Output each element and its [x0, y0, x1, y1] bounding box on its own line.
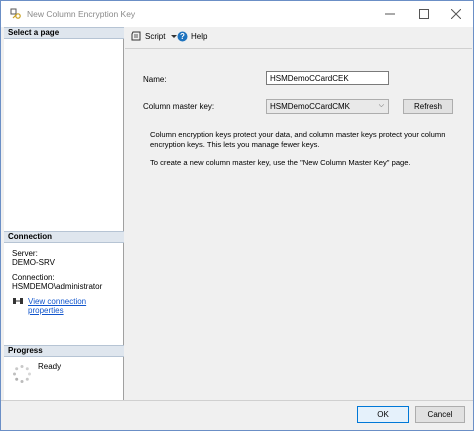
help-label: Help [191, 32, 208, 41]
ok-button[interactable]: OK [357, 406, 409, 423]
script-icon [131, 31, 141, 41]
progress-spinner-icon [13, 365, 31, 383]
column-master-key-value: HSMDemoCCardCMK [270, 102, 351, 111]
view-connection-properties-link[interactable]: View connection properties [28, 297, 123, 315]
connection-header: Connection [4, 231, 124, 243]
left-pane: Select a page Connection Server: DEMO-SR… [4, 27, 124, 400]
help-button[interactable]: ? Help [177, 31, 207, 42]
server-value: DEMO-SRV [12, 258, 55, 267]
title-bar[interactable]: New Column Encryption Key [1, 1, 473, 27]
chevron-down-icon: ⌵ [378, 102, 384, 109]
toolbar-divider [125, 48, 472, 49]
script-label: Script [145, 32, 166, 41]
script-button[interactable]: Script [130, 31, 178, 42]
info-text-keys: Column encryption keys protect your data… [150, 130, 446, 149]
dialog-window: New Column Encryption Key Select a page … [0, 0, 474, 431]
select-page-header: Select a page [4, 27, 124, 39]
connection-properties-icon [13, 298, 23, 304]
right-pane: Script ? Help Name: Column master key: H… [125, 27, 472, 400]
svg-text:?: ? [180, 32, 185, 41]
column-master-key-label: Column master key: [143, 102, 215, 111]
info-text-create-cmk: To create a new column master key, use t… [150, 158, 411, 167]
name-label: Name: [143, 75, 167, 84]
dialog-footer: OK Cancel [1, 400, 473, 430]
server-label: Server: [12, 249, 38, 258]
key-icon [10, 8, 21, 19]
window-title: New Column Encryption Key [27, 9, 136, 19]
maximize-button[interactable] [407, 1, 441, 27]
connection-label: Connection: [12, 273, 55, 282]
cancel-button[interactable]: Cancel [415, 406, 465, 423]
column-master-key-select[interactable]: HSMDemoCCardCMK ⌵ [266, 99, 389, 114]
connection-value: HSMDEMO\administrator [12, 282, 103, 291]
refresh-button[interactable]: Refresh [403, 99, 453, 114]
minimize-icon [385, 13, 395, 15]
close-button[interactable] [439, 1, 473, 27]
toolbar: Script ? Help [125, 27, 472, 47]
minimize-button[interactable] [373, 1, 407, 27]
maximize-icon [419, 9, 429, 19]
progress-header: Progress [4, 345, 124, 357]
name-input[interactable] [266, 71, 389, 85]
progress-status: Ready [38, 362, 62, 371]
close-icon [451, 9, 461, 19]
help-icon: ? [177, 31, 188, 42]
